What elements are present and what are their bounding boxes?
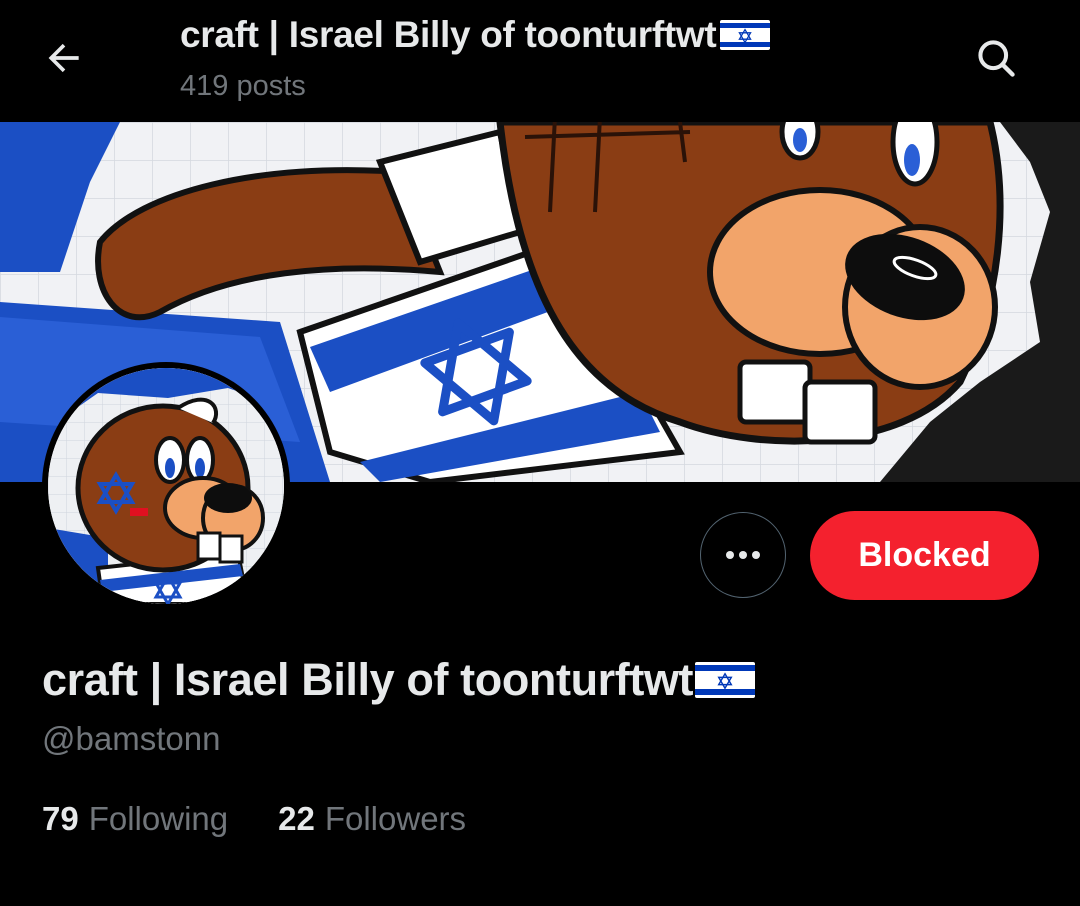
israel-flag-icon [720,20,771,50]
header-title-text: craft | Israel Billy of toonturftwt [180,14,717,55]
following-count: 79 [42,800,79,837]
avatar[interactable] [42,362,290,610]
followers-label: Followers [324,800,467,837]
user-handle: @bamstonn [42,720,221,757]
blocked-button[interactable]: Blocked [810,511,1039,600]
display-name-text: craft | Israel Billy of toonturftwt [42,654,694,705]
display-name: craft | Israel Billy of toonturftwt [42,654,756,706]
back-button[interactable] [36,30,92,86]
arrow-left-icon [48,43,79,73]
top-bar: craft | Israel Billy of toonturftwt 419 … [0,0,1080,122]
search-icon [978,40,1015,77]
followers-count: 22 [278,800,315,837]
following-label: Following [88,800,229,837]
follow-stats: 79 Following 22 Followers [42,800,466,838]
more-horizontal-icon [726,551,760,559]
post-count: 419 posts [180,70,306,102]
followers-link[interactable]: 22 Followers [278,800,466,838]
israel-flag-icon [695,662,756,698]
following-link[interactable]: 79 Following [42,800,228,838]
avatar-image [48,368,284,604]
header-title: craft | Israel Billy of toonturftwt [180,14,771,56]
more-options-button[interactable] [700,512,786,598]
search-button[interactable] [966,30,1026,86]
